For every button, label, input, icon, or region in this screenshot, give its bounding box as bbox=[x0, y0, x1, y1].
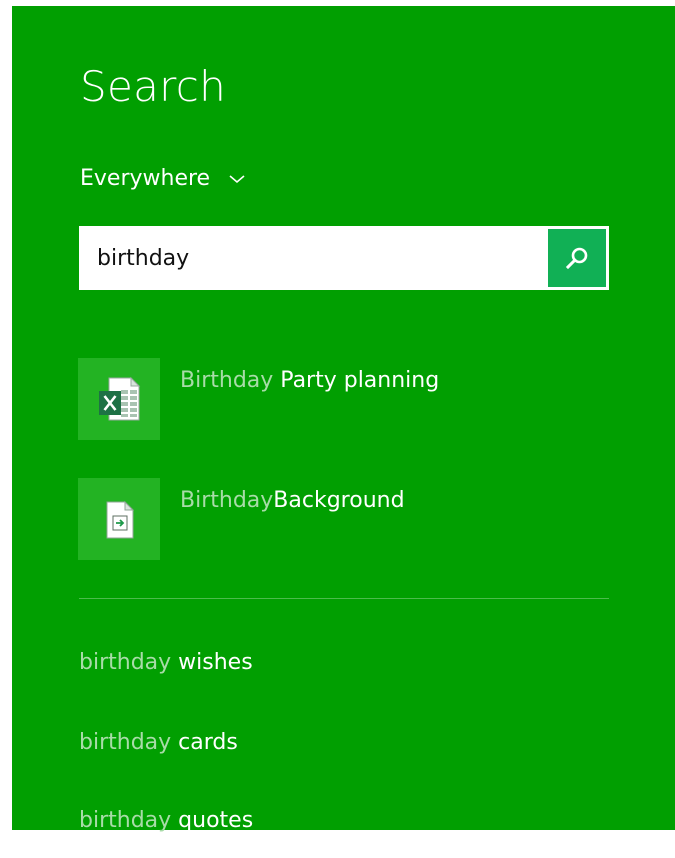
suggestion-prefix: birthday bbox=[79, 730, 172, 755]
search-pane: Search Everywhere birthday Birthday Part… bbox=[12, 6, 675, 833]
search-button[interactable] bbox=[548, 229, 606, 287]
result-match-prefix: Birthday bbox=[180, 488, 274, 513]
result-match-prefix: Birthday bbox=[180, 368, 274, 393]
search-result-party-planning[interactable]: Birthday Party planning bbox=[78, 358, 618, 440]
suggestion-birthday-cards[interactable]: birthday cards bbox=[79, 730, 238, 755]
search-box bbox=[79, 226, 609, 290]
suggestion-prefix: birthday bbox=[79, 808, 172, 833]
result-title: Party planning bbox=[273, 368, 440, 393]
suggestion-text: wishes bbox=[171, 650, 253, 675]
result-label: Birthday Party planning bbox=[180, 368, 439, 393]
search-result-background[interactable]: BirthdayBackground bbox=[78, 478, 618, 560]
suggestion-text: cards bbox=[171, 730, 238, 755]
pane-title: Search bbox=[80, 62, 227, 111]
suggestion-birthday-quotes[interactable]: birthday quotes bbox=[79, 808, 253, 833]
generic-file-icon bbox=[106, 500, 135, 539]
suggestion-prefix: birthday bbox=[79, 650, 172, 675]
search-input[interactable] bbox=[79, 226, 541, 290]
result-title: Background bbox=[273, 488, 405, 513]
result-tile bbox=[78, 478, 160, 560]
chevron-down-icon bbox=[229, 175, 245, 184]
result-label: BirthdayBackground bbox=[180, 488, 405, 513]
search-icon bbox=[565, 247, 588, 270]
scope-dropdown[interactable]: Everywhere bbox=[80, 168, 245, 190]
excel-file-icon bbox=[99, 376, 141, 421]
results-divider bbox=[79, 598, 609, 599]
result-tile bbox=[78, 358, 160, 440]
scope-label: Everywhere bbox=[80, 166, 211, 191]
suggestion-text: quotes bbox=[171, 808, 254, 833]
suggestion-birthday-wishes[interactable]: birthday wishes bbox=[79, 650, 253, 675]
